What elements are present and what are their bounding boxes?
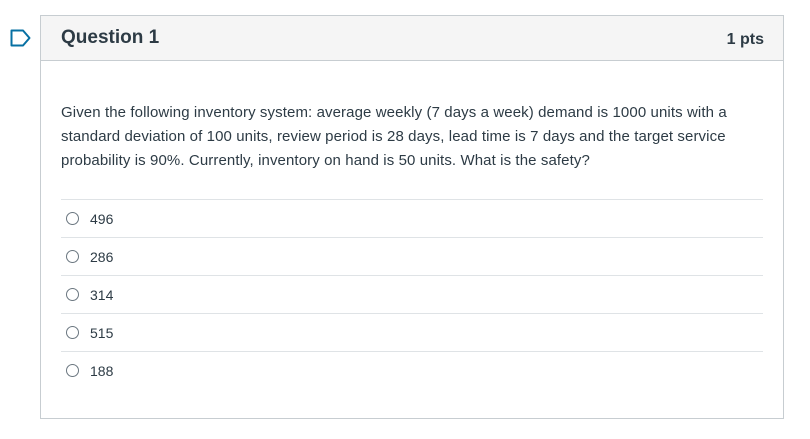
quiz-page: Question 1 1 pts Given the following inv… [0,0,810,439]
answer-label: 286 [90,248,114,265]
answer-option[interactable]: 496 [61,200,763,238]
question-text: Given the following inventory system: av… [61,104,727,169]
answer-option[interactable]: 188 [61,352,763,389]
radio-unselected-icon[interactable] [66,288,79,301]
question-body: Given the following inventory system: av… [41,61,783,389]
question-header: Question 1 1 pts [41,16,783,61]
answer-option[interactable]: 515 [61,314,763,352]
answer-label: 188 [90,362,114,379]
answer-list: 496 286 314 515 188 [61,199,763,389]
question-points: 1 pts [726,30,764,48]
answer-label: 314 [90,286,114,303]
answer-option[interactable]: 286 [61,238,763,276]
question-card: Question 1 1 pts Given the following inv… [40,15,784,419]
answer-option[interactable]: 314 [61,276,763,314]
radio-unselected-icon[interactable] [66,212,79,225]
answer-label: 515 [90,324,114,341]
answer-label: 496 [90,210,114,227]
radio-unselected-icon[interactable] [66,250,79,263]
question-title: Question 1 [61,27,160,48]
radio-unselected-icon[interactable] [66,326,79,339]
radio-unselected-icon[interactable] [66,364,79,377]
bookmark-flag-icon[interactable] [10,29,31,47]
